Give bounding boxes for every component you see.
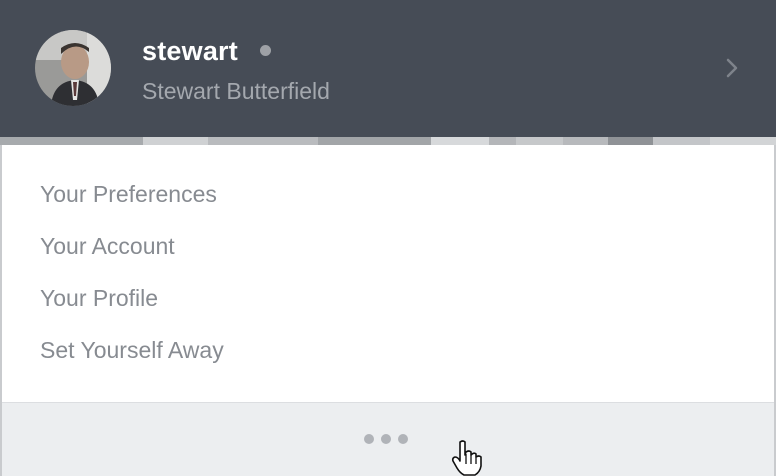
header-divider-stripe: [0, 137, 776, 145]
hand-pointer-icon: [451, 440, 482, 476]
menu-item-your-account[interactable]: Your Account: [2, 220, 774, 272]
menu-items-list: Your Preferences Your Account Your Profi…: [2, 168, 774, 376]
presence-indicator-icon: [260, 45, 271, 56]
ellipsis-icon[interactable]: [364, 434, 408, 444]
avatar: [35, 30, 111, 106]
username: stewart: [142, 36, 238, 66]
user-menu-dropdown: stewart Stewart Butterfield Your Prefere…: [0, 0, 776, 476]
profile-header[interactable]: stewart Stewart Butterfield: [0, 0, 776, 137]
more-options-footer[interactable]: [2, 402, 774, 476]
menu-item-your-preferences[interactable]: Your Preferences: [2, 168, 774, 220]
chevron-right-icon[interactable]: [722, 57, 742, 79]
menu-item-set-yourself-away[interactable]: Set Yourself Away: [2, 324, 774, 376]
full-name: Stewart Butterfield: [142, 78, 330, 104]
menu-item-your-profile[interactable]: Your Profile: [2, 272, 774, 324]
